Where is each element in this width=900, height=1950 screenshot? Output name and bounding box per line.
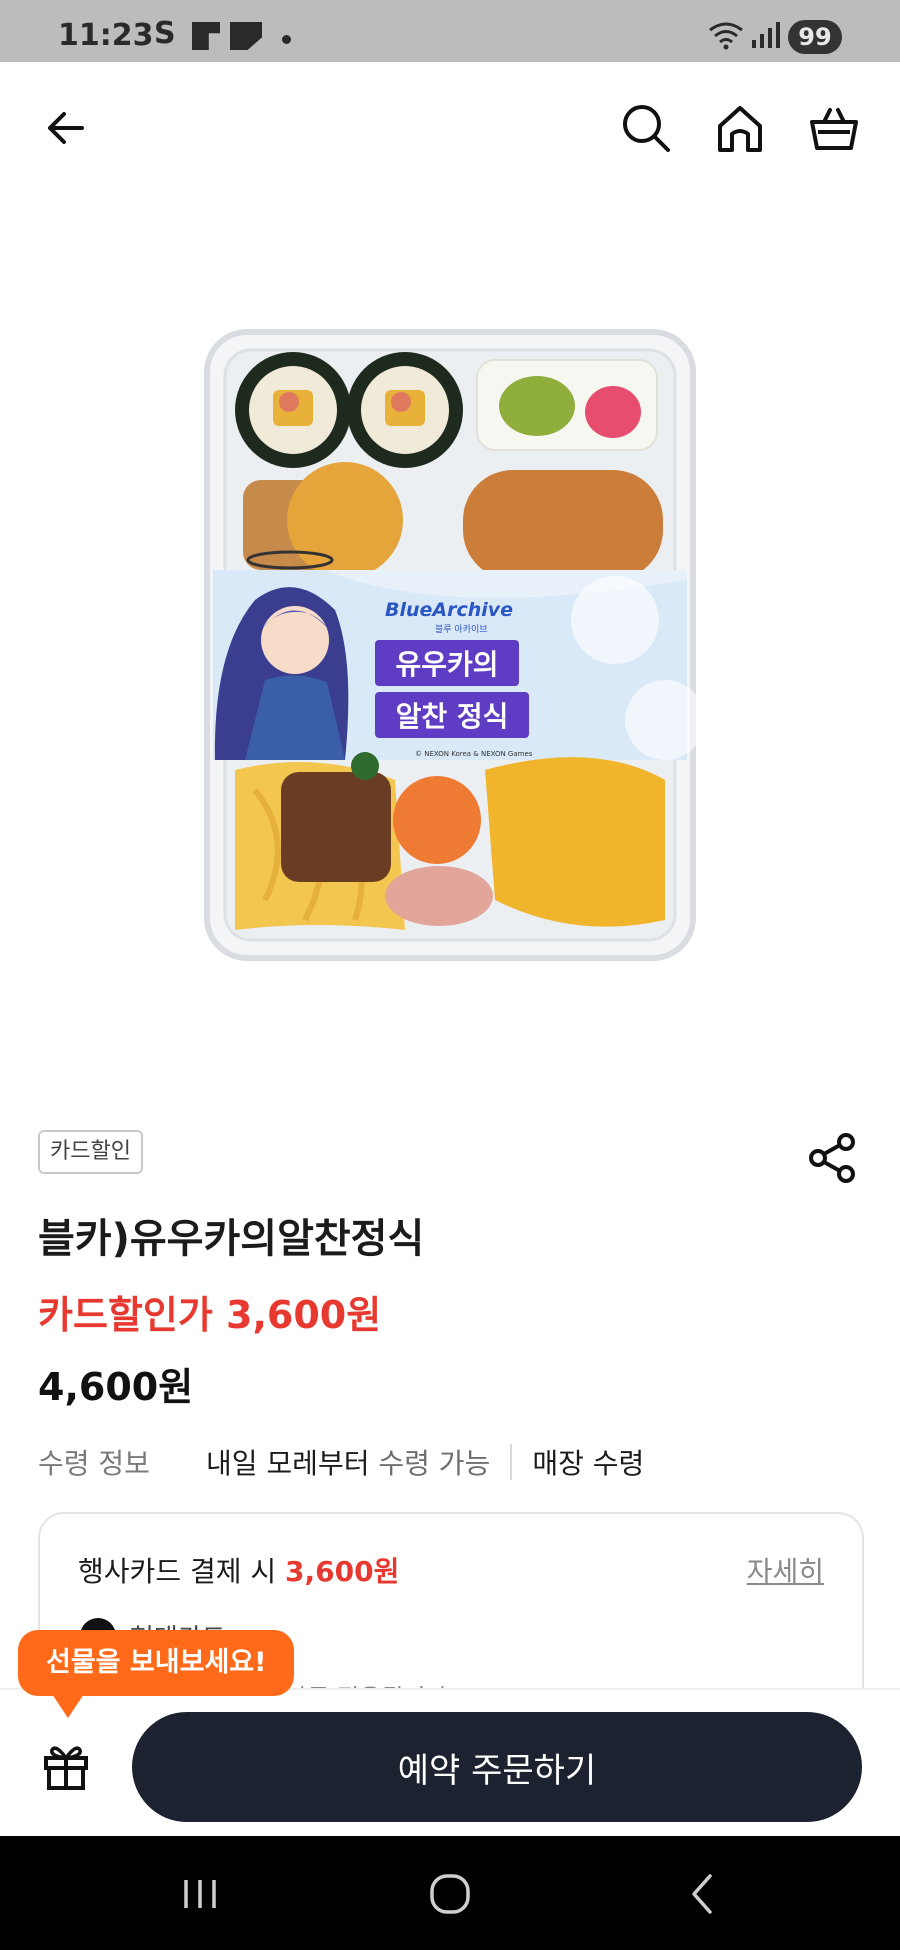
home-circle-icon — [430, 1874, 470, 1914]
benefit-prefix: 행사카드 결제 시 — [78, 1555, 277, 1588]
label-title-line2: 알찬 정식 — [396, 700, 509, 733]
notification-icon — [230, 22, 262, 50]
cart-button[interactable] — [806, 100, 862, 156]
label-title-line1: 유우카의 — [395, 648, 498, 681]
notification-icon — [192, 22, 220, 50]
pickup-info: 수령 정보 내일 모레부터 수령 가능 매장 수령 — [38, 1442, 644, 1482]
product-label: BlueArchive 블루 아카이브 유우카의 알찬 정식 © NEXON K… — [213, 550, 705, 760]
benefit-summary: 행사카드 결제 시 3,600원 — [78, 1550, 399, 1590]
gift-tooltip[interactable]: 선물을 보내보세요! — [18, 1630, 295, 1718]
card-discount-badge: 카드할인 — [38, 1130, 143, 1174]
pickup-status: 수령 가능 — [378, 1447, 491, 1480]
signal-icon — [752, 22, 780, 48]
label-brand-sub: 블루 아카이브 — [435, 624, 488, 635]
kimbap-slice — [347, 352, 463, 468]
reserve-order-button[interactable]: 예약 주문하기 — [132, 1712, 862, 1822]
pickup-label: 수령 정보 — [38, 1447, 150, 1480]
status-time: 11:23 — [58, 18, 154, 53]
back-arrow-icon — [48, 112, 84, 144]
share-icon — [809, 1133, 855, 1183]
recent-apps-icon — [184, 1880, 216, 1908]
battery-level: 99 — [788, 20, 842, 54]
share-button[interactable] — [806, 1130, 862, 1186]
recent-apps-button[interactable] — [170, 1866, 230, 1922]
back-system-button[interactable] — [672, 1866, 732, 1922]
search-icon — [623, 105, 670, 152]
product-image: BlueArchive 블루 아카이브 유우카의 알찬 정식 © NEXON K… — [204, 329, 705, 961]
home-system-button[interactable] — [420, 1866, 480, 1922]
card-discount-price: 카드할인가 3,600원 — [38, 1293, 382, 1337]
pickup-availability: 내일 모레부터 수령 가능 — [206, 1442, 490, 1482]
search-button[interactable] — [618, 100, 674, 156]
divider — [510, 1444, 513, 1480]
bottom-action-bar: 예약 주문하기 — [0, 1688, 900, 1838]
gift-icon — [44, 1746, 88, 1790]
home-icon — [718, 106, 762, 152]
product-title: 블카)유우카의알찬정식 — [38, 1216, 425, 1262]
benefit-details-link[interactable]: 자세히 — [747, 1550, 824, 1590]
home-button[interactable] — [712, 100, 768, 156]
back-chevron-icon — [692, 1874, 712, 1914]
kimbap-slice — [235, 352, 351, 468]
shopping-basket-icon — [810, 108, 858, 150]
status-bar: 11:23 S 99 — [0, 0, 900, 62]
system-navigation-bar — [0, 1836, 900, 1950]
regular-price: 4,600원 — [38, 1365, 194, 1409]
benefit-amount: 3,600원 — [285, 1555, 400, 1588]
label-brand: BlueArchive — [385, 599, 513, 621]
tooltip-tail — [52, 1694, 84, 1718]
pickup-date: 내일 모레부터 — [206, 1447, 370, 1480]
top-navigation — [0, 62, 900, 192]
label-copyright: © NEXON Korea & NEXON Games — [415, 750, 533, 758]
wifi-icon — [709, 22, 743, 50]
pickup-type: 매장 수령 — [532, 1447, 645, 1480]
more-notifications-dot-icon — [282, 35, 291, 44]
gift-button[interactable] — [38, 1738, 94, 1794]
carrier-s-icon: S — [154, 16, 176, 51]
back-button[interactable] — [38, 100, 94, 156]
gift-tooltip-text: 선물을 보내보세요! — [46, 1647, 267, 1678]
